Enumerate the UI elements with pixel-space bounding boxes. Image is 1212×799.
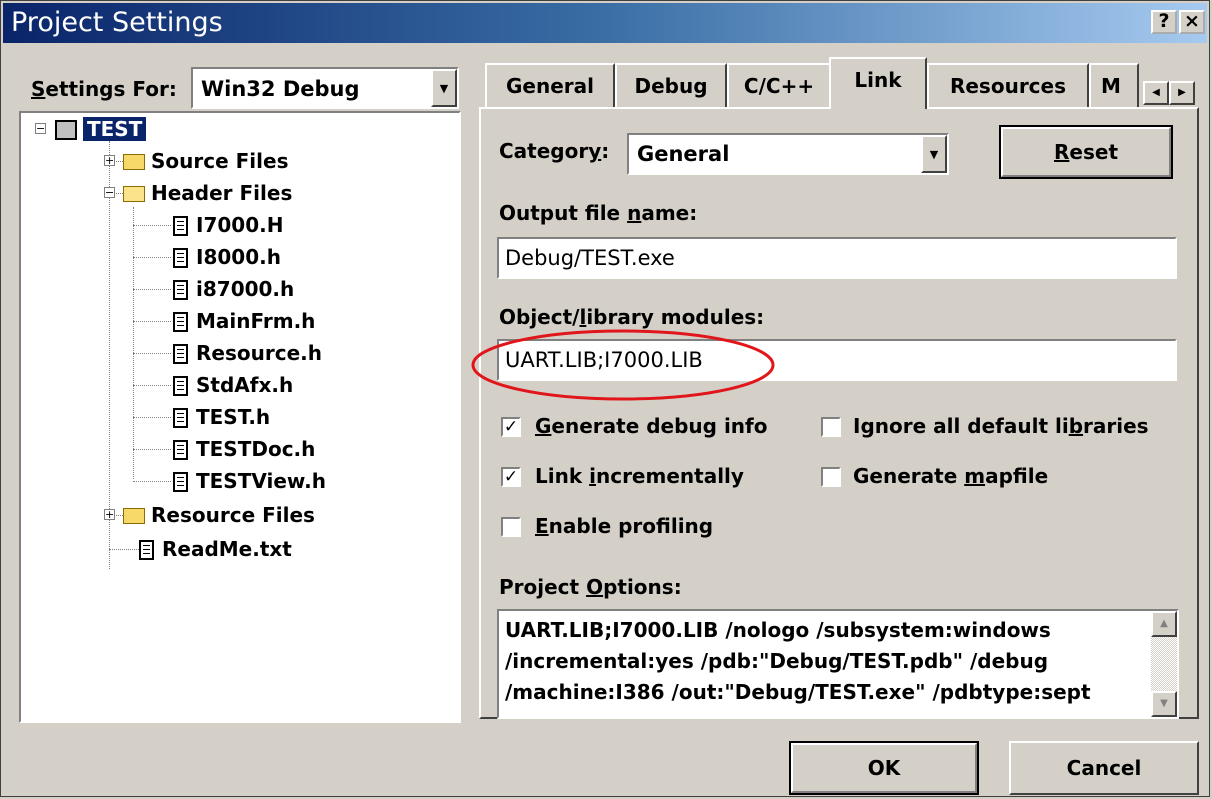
link-tab-panel: Category: General ▼ Reset Output file na… xyxy=(471,107,1199,719)
settings-for-value: Win32 Debug xyxy=(201,77,360,101)
project-options-line: UART.LIB;I7000.LIB /nologo /subsystem:wi… xyxy=(505,618,1051,642)
tree-item-file[interactable]: i87000.h xyxy=(173,274,294,304)
project-options-line: /incremental:yes /pdb:"Debug/TEST.pdb" /… xyxy=(505,649,1049,673)
dropdown-arrow-icon[interactable]: ▼ xyxy=(921,135,947,173)
vertical-scrollbar[interactable]: ▲ ▼ xyxy=(1151,611,1177,717)
window-title: Project Settings xyxy=(11,7,223,38)
category-label: Category: xyxy=(499,139,610,163)
close-button[interactable]: × xyxy=(1179,10,1205,34)
tree-item-readme[interactable]: ReadMe.txt xyxy=(139,534,292,564)
file-icon xyxy=(173,440,188,460)
reset-button[interactable]: Reset xyxy=(999,125,1173,179)
tree-item-file[interactable]: Resource.h xyxy=(173,338,322,368)
ignore-default-libs-checkbox[interactable] xyxy=(821,417,841,437)
collapse-root-icon[interactable]: − xyxy=(35,123,46,134)
project-icon xyxy=(55,120,77,140)
generate-debug-info-checkbox[interactable]: ✓ xyxy=(501,417,521,437)
tab-link[interactable]: Link xyxy=(829,57,927,109)
settings-for-label: Settings For: xyxy=(31,77,177,101)
folder-icon xyxy=(123,154,145,170)
link-incrementally-label: Link incrementally xyxy=(535,464,744,488)
file-icon xyxy=(173,472,188,492)
file-icon xyxy=(173,376,188,396)
file-icon xyxy=(173,312,188,332)
tree-item-file[interactable]: TEST.h xyxy=(173,402,270,432)
tab-scroll-left-icon[interactable]: ◀ xyxy=(1143,81,1169,105)
tab-more[interactable]: M xyxy=(1089,63,1139,107)
tab-scroll-right-icon[interactable]: ▶ xyxy=(1169,81,1195,105)
file-icon xyxy=(173,216,188,236)
tree-root[interactable]: TEST xyxy=(55,114,147,144)
tab-debug[interactable]: Debug xyxy=(615,63,727,107)
tree-item-file[interactable]: MainFrm.h xyxy=(173,306,315,336)
output-file-label: Output file name: xyxy=(499,201,698,225)
highlight-ellipse xyxy=(471,329,775,401)
project-options-line: /machine:I386 /out:"Debug/TEST.exe" /pdb… xyxy=(505,680,1091,704)
output-file-input[interactable]: Debug/TEST.exe xyxy=(497,237,1177,279)
project-tree-content: − TEST + Source Files − Header Files I70… xyxy=(27,117,457,721)
ok-button[interactable]: OK xyxy=(789,741,979,795)
project-settings-dialog: Project Settings ? × Settings For: Win32… xyxy=(0,0,1210,797)
folder-icon xyxy=(123,508,145,524)
tree-item-file[interactable]: TESTDoc.h xyxy=(173,434,315,464)
generate-debug-info-label: Generate debug info xyxy=(535,414,768,438)
object-modules-label: Object/library modules: xyxy=(499,305,765,329)
title-bar[interactable]: Project Settings ? × xyxy=(3,3,1207,43)
tree-item-source-files[interactable]: Source Files xyxy=(123,146,288,176)
collapse-header-files-icon[interactable]: − xyxy=(104,187,115,198)
expand-source-files-icon[interactable]: + xyxy=(104,155,115,166)
file-icon xyxy=(173,408,188,428)
open-folder-icon xyxy=(123,186,145,202)
tab-resources[interactable]: Resources xyxy=(927,63,1089,107)
file-icon xyxy=(173,248,188,268)
tree-item-file[interactable]: TESTView.h xyxy=(173,466,326,496)
enable-profiling-label: Enable profiling xyxy=(535,514,714,538)
tab-cpp[interactable]: C/C++ xyxy=(727,63,831,107)
tab-general[interactable]: General xyxy=(485,63,615,107)
scroll-up-icon[interactable]: ▲ xyxy=(1151,611,1177,637)
file-icon xyxy=(173,280,188,300)
dropdown-arrow-icon[interactable]: ▼ xyxy=(431,69,457,107)
tree-item-file[interactable]: I8000.h xyxy=(173,242,281,272)
generate-mapfile-checkbox[interactable] xyxy=(821,467,841,487)
expand-resource-files-icon[interactable]: + xyxy=(104,509,115,520)
cancel-button[interactable]: Cancel xyxy=(1009,741,1199,795)
category-dropdown[interactable]: General ▼ xyxy=(627,133,949,175)
file-icon xyxy=(173,344,188,364)
project-options-label: Project Options: xyxy=(499,575,682,599)
settings-for-dropdown[interactable]: Win32 Debug ▼ xyxy=(191,67,459,109)
tree-item-file[interactable]: I7000.H xyxy=(173,210,283,240)
link-incrementally-checkbox[interactable]: ✓ xyxy=(501,467,521,487)
generate-mapfile-label: Generate mapfile xyxy=(853,464,1049,488)
ignore-default-libs-label: Ignore all default libraries xyxy=(853,414,1149,438)
tree-item-file[interactable]: StdAfx.h xyxy=(173,370,293,400)
scroll-down-icon[interactable]: ▼ xyxy=(1151,691,1177,717)
help-button[interactable]: ? xyxy=(1151,10,1177,34)
file-icon xyxy=(139,540,154,560)
tree-item-header-files[interactable]: Header Files xyxy=(123,178,292,208)
enable-profiling-checkbox[interactable] xyxy=(501,517,521,537)
tree-item-resource-files[interactable]: Resource Files xyxy=(123,500,315,530)
project-options-textarea[interactable]: UART.LIB;I7000.LIB /nologo /subsystem:wi… xyxy=(497,609,1179,719)
category-value: General xyxy=(637,142,730,166)
tree-root-label: TEST xyxy=(83,117,147,141)
